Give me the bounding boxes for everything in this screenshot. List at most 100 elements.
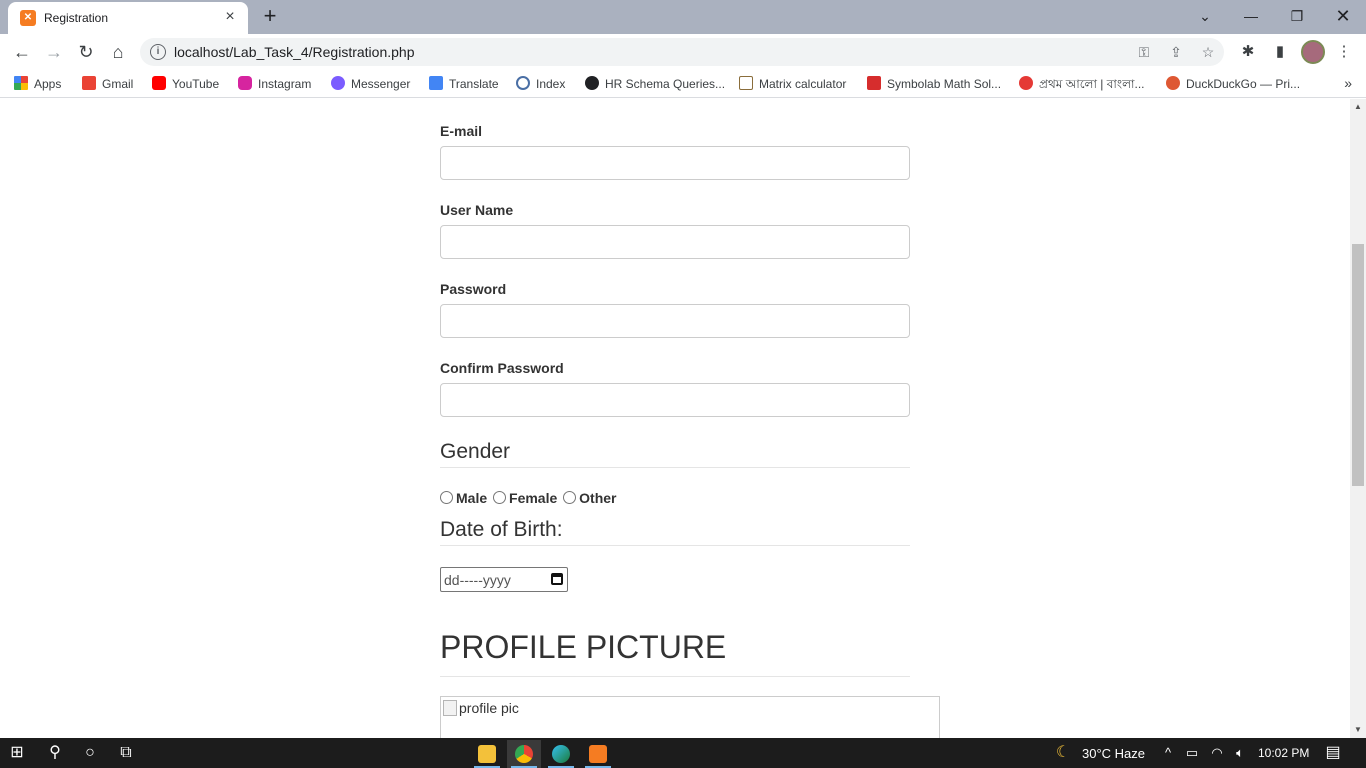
bookmark-messenger[interactable]: Messenger [331,76,410,92]
gender-female-radio[interactable] [493,491,507,504]
edge-icon [552,745,570,763]
profile-picture-box: profile pic [440,696,940,738]
broken-image-icon [443,700,457,716]
forward-arrow-icon[interactable]: → [42,40,66,64]
scroll-down-arrow-icon[interactable]: ▼ [1350,722,1366,738]
address-bar[interactable]: i localhost/Lab_Task_4/Registration.php … [140,38,1224,66]
reload-icon[interactable]: ↻ [74,40,98,64]
restore-button[interactable]: ❐ [1274,4,1320,28]
gmail-icon [82,76,96,90]
scroll-up-arrow-icon[interactable]: ▲ [1350,99,1366,115]
messenger-icon [331,76,345,90]
bookmark-gmail[interactable]: Gmail [82,76,133,92]
email-field[interactable] [440,146,910,180]
close-window-button[interactable]: ✕ [1320,4,1366,28]
bookmark-index[interactable]: Index [516,76,565,92]
profile-avatar[interactable] [1301,40,1325,64]
profile-picture-heading: PROFILE PICTURE [440,629,910,677]
xampp-icon: ✕ [20,10,36,26]
confirm-password-field[interactable] [440,383,910,417]
page-scrollbar[interactable]: ▲ ▼ [1350,99,1366,738]
minimize-button[interactable]: — [1228,4,1274,28]
site-info-icon[interactable]: i [150,44,166,60]
password-label: Password [440,281,507,297]
clock-time[interactable]: 10:02 PM [1258,746,1309,760]
dob-placeholder: dd-----yyyy [444,572,511,588]
battery-icon[interactable]: ▭ [1181,743,1203,763]
username-field[interactable] [440,225,910,259]
share-icon[interactable]: ⇪ [1166,42,1186,62]
gender-male-label: Male [456,490,488,506]
globe-icon [585,76,599,90]
search-icon[interactable]: ⚲ [44,743,66,763]
bookmark-hr-schema[interactable]: HR Schema Queries... [585,76,725,92]
back-arrow-icon[interactable]: ← [10,40,34,64]
gender-other-radio[interactable] [563,491,577,504]
taskbar-file-explorer[interactable] [470,740,504,768]
close-tab-icon[interactable]: × [222,9,238,25]
email-label: E-mail [440,123,483,139]
url-text[interactable]: localhost/Lab_Task_4/Registration.php [174,44,415,60]
bookmark-youtube[interactable]: YouTube [152,76,219,92]
tab-registration[interactable]: ✕ Registration × [8,2,248,34]
tab-title: Registration [44,11,109,25]
file-explorer-icon [478,745,496,763]
dob-legend: Date of Birth: [440,518,910,546]
key-icon[interactable]: ⚿ [1134,42,1154,62]
cortana-icon[interactable]: ○ [79,743,101,763]
bookmark-apps[interactable]: Apps [14,76,61,92]
symbolab-icon [867,76,881,90]
star-icon[interactable]: ☆ [1198,42,1218,62]
home-icon[interactable]: ⌂ [106,40,130,64]
windows-taskbar: ⊞ ⚲ ○ ⧉ ☾ 30°C Haze ^ ▭ ◠ 🔈︎ 10:02 PM ▤ [0,738,1366,768]
duckduckgo-icon [1166,76,1180,90]
calendar-icon[interactable] [551,573,563,585]
bookmark-translate[interactable]: Translate [429,76,499,92]
taskbar-chrome[interactable] [507,740,541,768]
xampp-icon [589,745,607,763]
weather-text[interactable]: 30°C Haze [1082,746,1145,761]
new-tab-button[interactable]: + [258,5,282,29]
tray-chevron-up-icon[interactable]: ^ [1157,743,1179,763]
tab-strip: ✕ Registration × + ⌄ — ❐ ✕ [0,0,1366,34]
wifi-icon[interactable]: ◠ [1206,743,1228,763]
gender-female-label: Female [509,490,558,506]
windows-start-icon[interactable]: ⊞ [6,743,28,763]
weather-moon-icon[interactable]: ☾ [1052,743,1074,763]
gender-other-label: Other [579,490,617,506]
menu-kebab-icon[interactable]: ⋮ [1334,42,1354,62]
tab-search-icon[interactable]: ⌄ [1182,4,1228,28]
index-icon [516,76,530,90]
gender-male-radio[interactable] [440,491,453,504]
gender-legend: Gender [440,440,910,468]
username-label: User Name [440,202,514,218]
matrix-icon [739,76,753,90]
task-view-icon[interactable]: ⧉ [115,743,137,763]
password-field[interactable] [440,304,910,338]
confirm-password-label: Confirm Password [440,360,564,376]
translate-icon [429,76,443,90]
bookmark-matrix-calculator[interactable]: Matrix calculator [739,76,846,92]
scrollbar-thumb[interactable] [1352,244,1364,486]
bookmarks-bar: Apps Gmail YouTube Instagram Messenger T… [0,70,1366,98]
taskbar-xampp[interactable] [581,740,615,768]
profile-image: profile pic [443,700,519,716]
chrome-icon [515,745,533,763]
instagram-icon [238,76,252,90]
youtube-icon [152,76,166,90]
notifications-icon[interactable]: ▤ [1322,743,1344,763]
bookmark-instagram[interactable]: Instagram [238,76,311,92]
bookmark-symbolab[interactable]: Symbolab Math Sol... [867,76,1001,92]
dob-date-input[interactable]: dd-----yyyy [440,567,568,592]
page-content: E-mail User Name Password Confirm Passwo… [0,99,1350,738]
apps-grid-icon [14,76,28,90]
more-bookmarks-chevron-icon[interactable]: » [1344,75,1352,91]
bookmark-prothomalo[interactable]: প্রথম আলো | বাংলা... [1019,76,1145,92]
volume-icon[interactable]: 🔈︎ [1229,743,1251,763]
taskbar-edge[interactable] [544,740,578,768]
gender-radio-group: Male Female Other [440,490,619,506]
profile-image-alt: profile pic [459,700,519,716]
bookmark-duckduckgo[interactable]: DuckDuckGo — Pri... [1166,76,1300,92]
side-panel-icon[interactable]: ▮ [1270,42,1290,62]
extensions-puzzle-icon[interactable]: ✱ [1238,42,1258,62]
